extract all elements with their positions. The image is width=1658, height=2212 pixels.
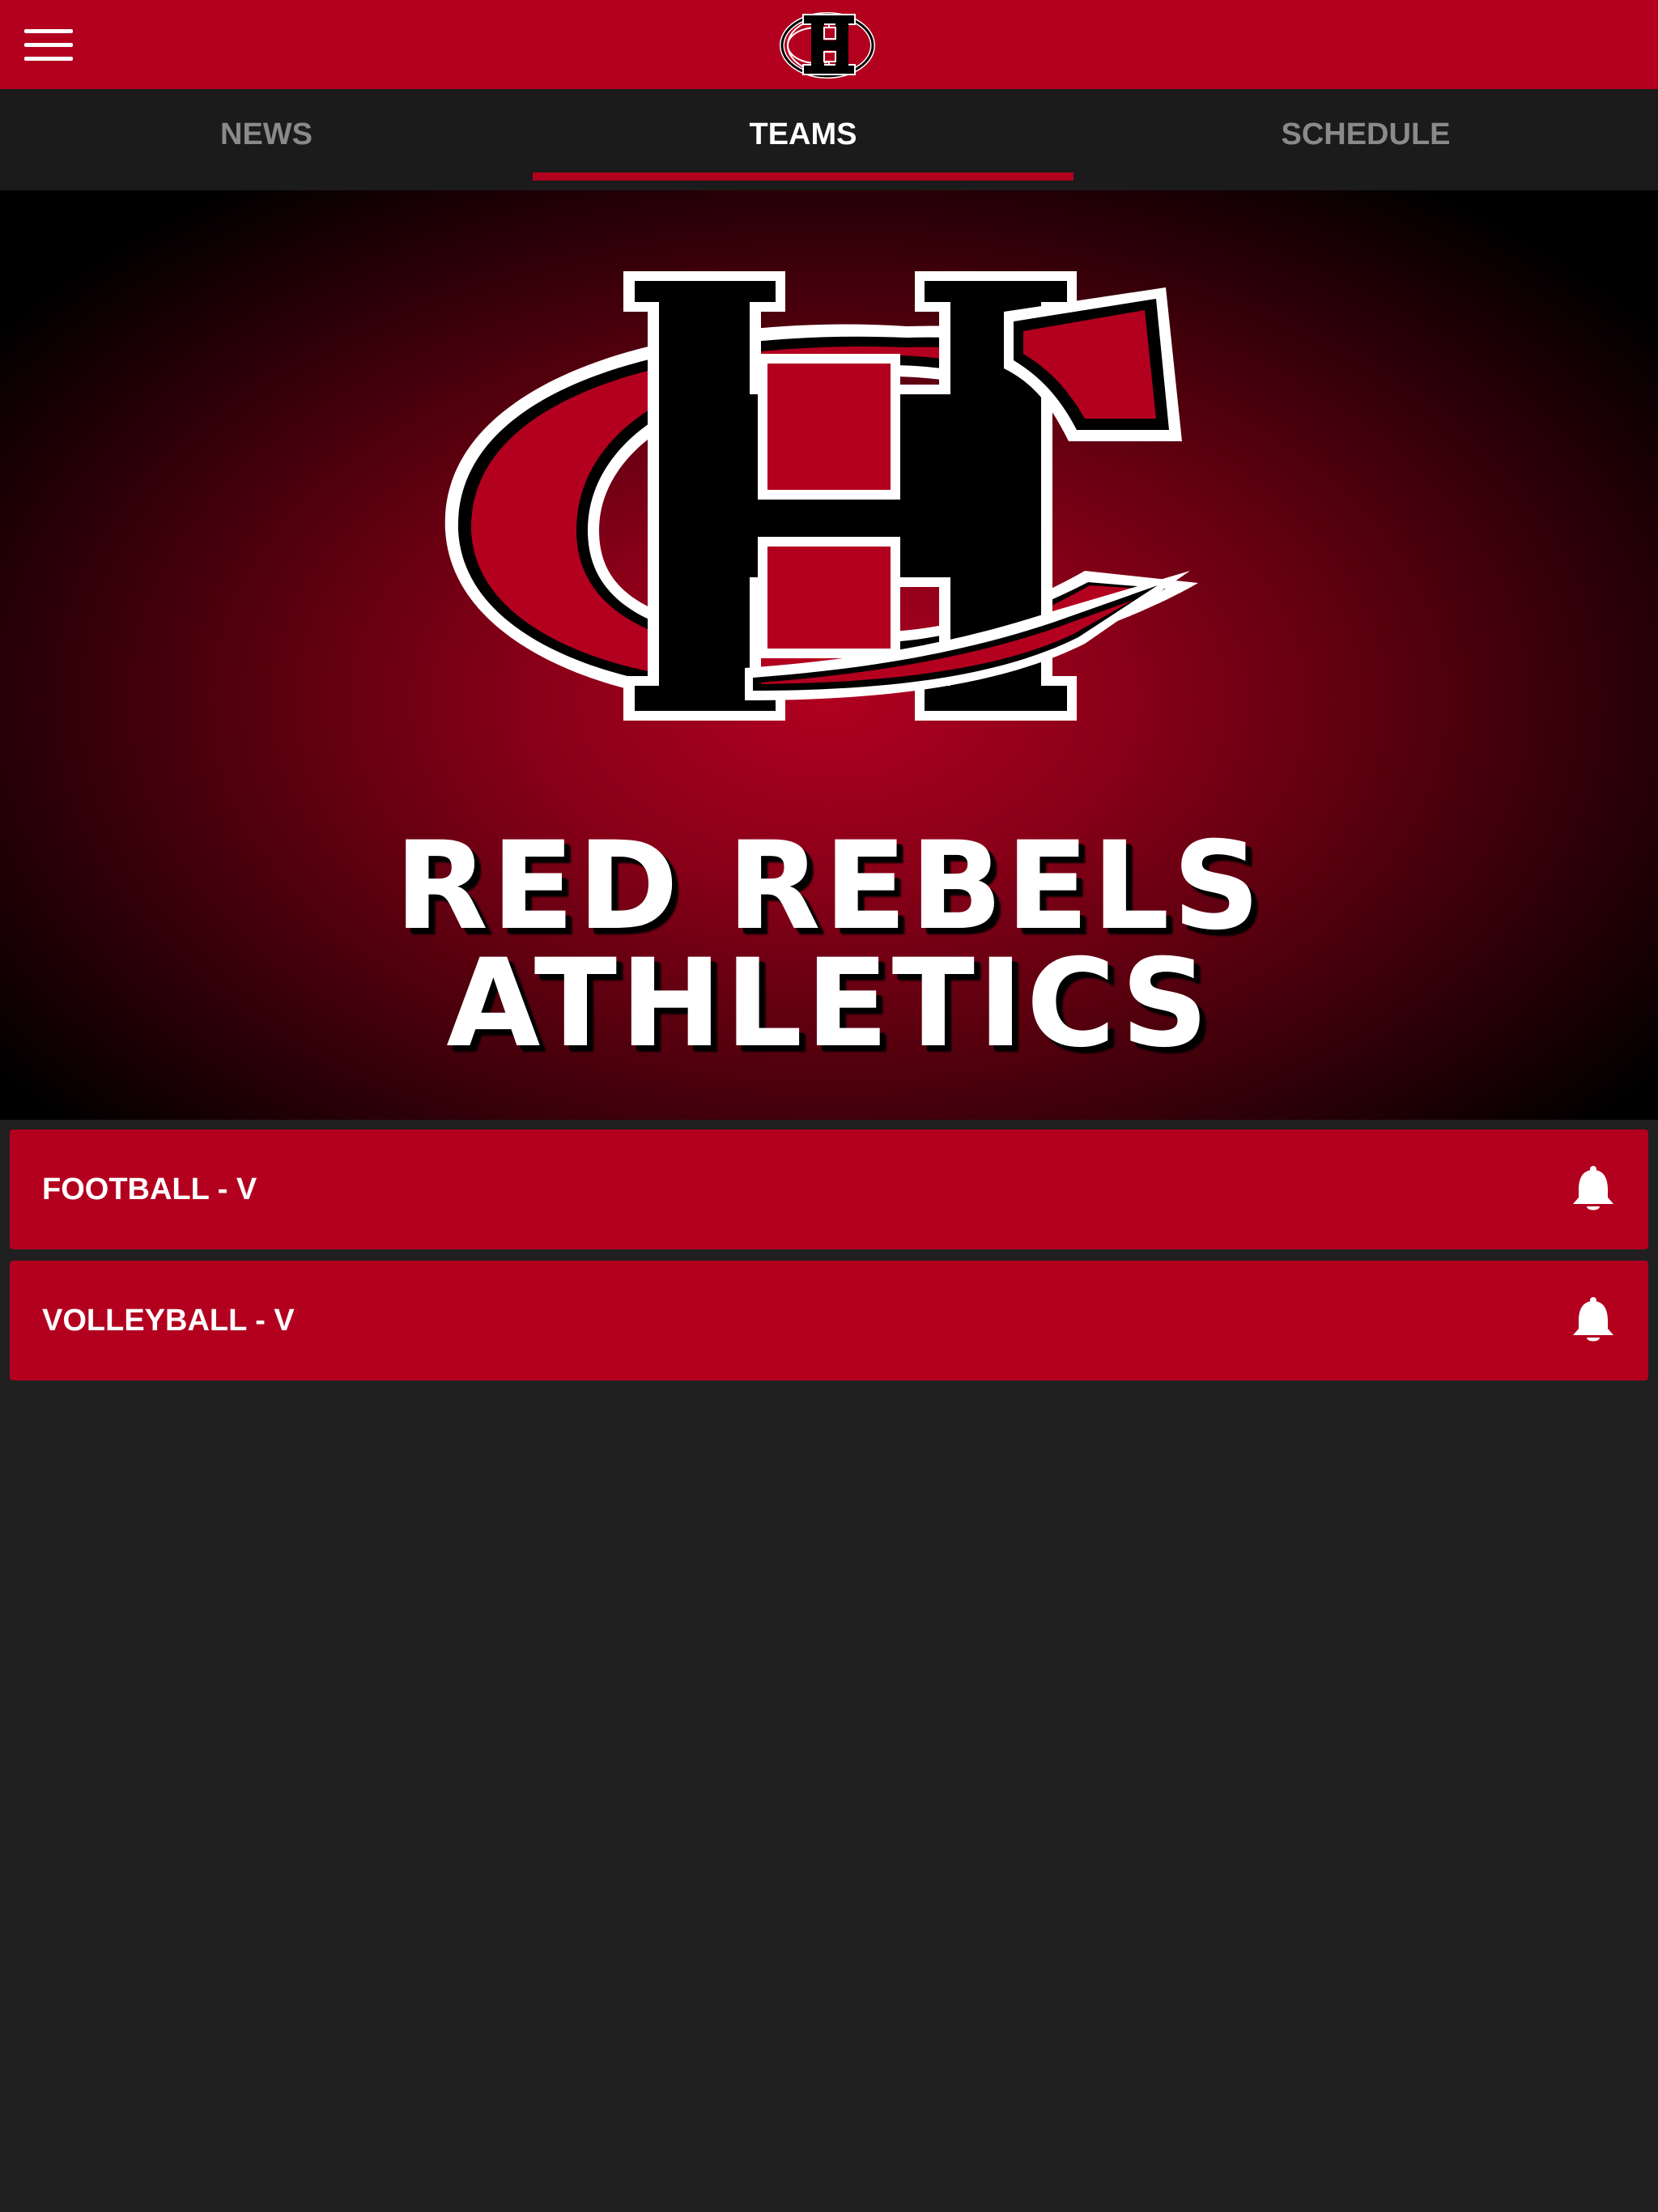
hc-logo-icon (444, 271, 1198, 721)
hero-banner: RED REBELS ATHLETICS (0, 190, 1658, 1120)
bell-icon[interactable] (1571, 1165, 1616, 1214)
hero-title-line1: RED REBELS (394, 816, 1264, 957)
tab-news[interactable]: NEWS (0, 89, 533, 190)
team-name: VOLLEYBALL - V (42, 1303, 295, 1338)
team-row-football[interactable]: FOOTBALL - V (10, 1129, 1648, 1249)
active-tab-indicator (533, 172, 1073, 181)
tab-schedule[interactable]: SCHEDULE (1073, 89, 1658, 190)
team-name: FOOTBALL - V (42, 1172, 257, 1206)
bell-icon[interactable] (1571, 1296, 1616, 1345)
hamburger-menu-icon[interactable] (24, 28, 74, 63)
tab-bar: NEWS TEAMS SCHEDULE (0, 89, 1658, 190)
top-bar (0, 0, 1658, 89)
hc-logo-icon (780, 12, 875, 79)
team-list: FOOTBALL - V VOLLEYBALL - V (0, 1120, 1658, 1392)
hero-title-line2: ATHLETICS (446, 934, 1212, 1074)
team-row-volleyball[interactable]: VOLLEYBALL - V (10, 1261, 1648, 1380)
